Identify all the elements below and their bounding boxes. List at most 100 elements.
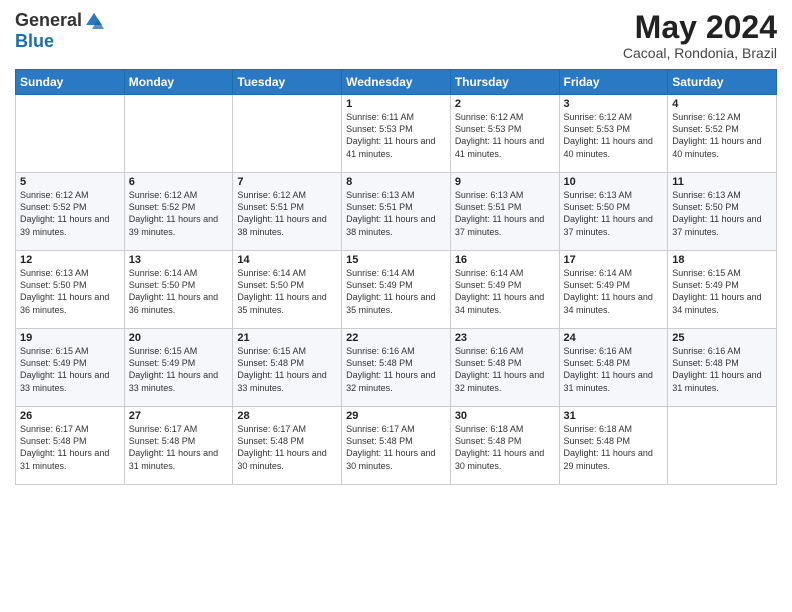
- header-saturday: Saturday: [668, 70, 777, 95]
- day-number: 26: [20, 410, 120, 422]
- table-row: 28Sunrise: 6:17 AM Sunset: 5:48 PM Dayli…: [233, 407, 342, 485]
- table-row: 4Sunrise: 6:12 AM Sunset: 5:52 PM Daylig…: [668, 95, 777, 173]
- day-number: 2: [455, 98, 555, 110]
- logo-general-text: General: [15, 10, 82, 31]
- table-row: [16, 95, 125, 173]
- day-number: 7: [237, 176, 337, 188]
- day-info: Sunrise: 6:15 AM Sunset: 5:49 PM Dayligh…: [129, 345, 229, 394]
- page: General Blue May 2024 Cacoal, Rondonia, …: [0, 0, 792, 612]
- table-row: 11Sunrise: 6:13 AM Sunset: 5:50 PM Dayli…: [668, 173, 777, 251]
- table-row: [233, 95, 342, 173]
- table-row: 9Sunrise: 6:13 AM Sunset: 5:51 PM Daylig…: [450, 173, 559, 251]
- header-tuesday: Tuesday: [233, 70, 342, 95]
- table-row: 1Sunrise: 6:11 AM Sunset: 5:53 PM Daylig…: [342, 95, 451, 173]
- day-info: Sunrise: 6:13 AM Sunset: 5:50 PM Dayligh…: [564, 189, 664, 238]
- table-row: 10Sunrise: 6:13 AM Sunset: 5:50 PM Dayli…: [559, 173, 668, 251]
- calendar-header-row: Sunday Monday Tuesday Wednesday Thursday…: [16, 70, 777, 95]
- table-row: 31Sunrise: 6:18 AM Sunset: 5:48 PM Dayli…: [559, 407, 668, 485]
- table-row: 16Sunrise: 6:14 AM Sunset: 5:49 PM Dayli…: [450, 251, 559, 329]
- day-number: 15: [346, 254, 446, 266]
- table-row: 29Sunrise: 6:17 AM Sunset: 5:48 PM Dayli…: [342, 407, 451, 485]
- day-info: Sunrise: 6:14 AM Sunset: 5:50 PM Dayligh…: [237, 267, 337, 316]
- day-info: Sunrise: 6:13 AM Sunset: 5:51 PM Dayligh…: [346, 189, 446, 238]
- day-info: Sunrise: 6:17 AM Sunset: 5:48 PM Dayligh…: [129, 423, 229, 472]
- table-row: 25Sunrise: 6:16 AM Sunset: 5:48 PM Dayli…: [668, 329, 777, 407]
- day-number: 31: [564, 410, 664, 422]
- day-number: 19: [20, 332, 120, 344]
- day-info: Sunrise: 6:15 AM Sunset: 5:49 PM Dayligh…: [672, 267, 772, 316]
- table-row: 6Sunrise: 6:12 AM Sunset: 5:52 PM Daylig…: [124, 173, 233, 251]
- day-number: 16: [455, 254, 555, 266]
- table-row: 3Sunrise: 6:12 AM Sunset: 5:53 PM Daylig…: [559, 95, 668, 173]
- day-number: 22: [346, 332, 446, 344]
- table-row: 12Sunrise: 6:13 AM Sunset: 5:50 PM Dayli…: [16, 251, 125, 329]
- day-number: 5: [20, 176, 120, 188]
- day-info: Sunrise: 6:13 AM Sunset: 5:50 PM Dayligh…: [672, 189, 772, 238]
- day-info: Sunrise: 6:13 AM Sunset: 5:51 PM Dayligh…: [455, 189, 555, 238]
- table-row: 20Sunrise: 6:15 AM Sunset: 5:49 PM Dayli…: [124, 329, 233, 407]
- day-number: 13: [129, 254, 229, 266]
- table-row: 14Sunrise: 6:14 AM Sunset: 5:50 PM Dayli…: [233, 251, 342, 329]
- header-thursday: Thursday: [450, 70, 559, 95]
- day-info: Sunrise: 6:18 AM Sunset: 5:48 PM Dayligh…: [564, 423, 664, 472]
- day-info: Sunrise: 6:14 AM Sunset: 5:49 PM Dayligh…: [346, 267, 446, 316]
- day-info: Sunrise: 6:12 AM Sunset: 5:52 PM Dayligh…: [20, 189, 120, 238]
- day-info: Sunrise: 6:12 AM Sunset: 5:51 PM Dayligh…: [237, 189, 337, 238]
- header: General Blue May 2024 Cacoal, Rondonia, …: [15, 10, 777, 61]
- day-info: Sunrise: 6:16 AM Sunset: 5:48 PM Dayligh…: [672, 345, 772, 394]
- table-row: 30Sunrise: 6:18 AM Sunset: 5:48 PM Dayli…: [450, 407, 559, 485]
- day-number: 4: [672, 98, 772, 110]
- day-info: Sunrise: 6:13 AM Sunset: 5:50 PM Dayligh…: [20, 267, 120, 316]
- day-info: Sunrise: 6:12 AM Sunset: 5:52 PM Dayligh…: [129, 189, 229, 238]
- month-year-title: May 2024: [623, 10, 777, 45]
- logo: General Blue: [15, 10, 104, 52]
- table-row: 7Sunrise: 6:12 AM Sunset: 5:51 PM Daylig…: [233, 173, 342, 251]
- day-info: Sunrise: 6:11 AM Sunset: 5:53 PM Dayligh…: [346, 111, 446, 160]
- day-number: 24: [564, 332, 664, 344]
- table-row: 15Sunrise: 6:14 AM Sunset: 5:49 PM Dayli…: [342, 251, 451, 329]
- table-row: 22Sunrise: 6:16 AM Sunset: 5:48 PM Dayli…: [342, 329, 451, 407]
- day-number: 30: [455, 410, 555, 422]
- day-number: 23: [455, 332, 555, 344]
- day-number: 6: [129, 176, 229, 188]
- day-number: 21: [237, 332, 337, 344]
- day-info: Sunrise: 6:17 AM Sunset: 5:48 PM Dayligh…: [346, 423, 446, 472]
- table-row: 5Sunrise: 6:12 AM Sunset: 5:52 PM Daylig…: [16, 173, 125, 251]
- day-number: 14: [237, 254, 337, 266]
- table-row: 8Sunrise: 6:13 AM Sunset: 5:51 PM Daylig…: [342, 173, 451, 251]
- table-row: 21Sunrise: 6:15 AM Sunset: 5:48 PM Dayli…: [233, 329, 342, 407]
- table-row: 26Sunrise: 6:17 AM Sunset: 5:48 PM Dayli…: [16, 407, 125, 485]
- table-row: 2Sunrise: 6:12 AM Sunset: 5:53 PM Daylig…: [450, 95, 559, 173]
- table-row: 18Sunrise: 6:15 AM Sunset: 5:49 PM Dayli…: [668, 251, 777, 329]
- day-number: 3: [564, 98, 664, 110]
- day-info: Sunrise: 6:16 AM Sunset: 5:48 PM Dayligh…: [564, 345, 664, 394]
- day-number: 11: [672, 176, 772, 188]
- day-number: 18: [672, 254, 772, 266]
- day-info: Sunrise: 6:17 AM Sunset: 5:48 PM Dayligh…: [20, 423, 120, 472]
- day-number: 10: [564, 176, 664, 188]
- logo-icon: [84, 11, 104, 31]
- day-info: Sunrise: 6:14 AM Sunset: 5:49 PM Dayligh…: [455, 267, 555, 316]
- day-info: Sunrise: 6:15 AM Sunset: 5:48 PM Dayligh…: [237, 345, 337, 394]
- day-number: 20: [129, 332, 229, 344]
- table-row: 17Sunrise: 6:14 AM Sunset: 5:49 PM Dayli…: [559, 251, 668, 329]
- day-info: Sunrise: 6:12 AM Sunset: 5:52 PM Dayligh…: [672, 111, 772, 160]
- day-info: Sunrise: 6:16 AM Sunset: 5:48 PM Dayligh…: [455, 345, 555, 394]
- logo-blue-text: Blue: [15, 31, 54, 52]
- day-number: 17: [564, 254, 664, 266]
- day-info: Sunrise: 6:15 AM Sunset: 5:49 PM Dayligh…: [20, 345, 120, 394]
- day-number: 28: [237, 410, 337, 422]
- day-info: Sunrise: 6:18 AM Sunset: 5:48 PM Dayligh…: [455, 423, 555, 472]
- header-sunday: Sunday: [16, 70, 125, 95]
- day-info: Sunrise: 6:12 AM Sunset: 5:53 PM Dayligh…: [564, 111, 664, 160]
- day-info: Sunrise: 6:12 AM Sunset: 5:53 PM Dayligh…: [455, 111, 555, 160]
- calendar-table: Sunday Monday Tuesday Wednesday Thursday…: [15, 69, 777, 485]
- header-wednesday: Wednesday: [342, 70, 451, 95]
- table-row: 19Sunrise: 6:15 AM Sunset: 5:49 PM Dayli…: [16, 329, 125, 407]
- title-section: May 2024 Cacoal, Rondonia, Brazil: [623, 10, 777, 61]
- table-row: [124, 95, 233, 173]
- table-row: 24Sunrise: 6:16 AM Sunset: 5:48 PM Dayli…: [559, 329, 668, 407]
- day-info: Sunrise: 6:14 AM Sunset: 5:50 PM Dayligh…: [129, 267, 229, 316]
- day-number: 27: [129, 410, 229, 422]
- day-number: 12: [20, 254, 120, 266]
